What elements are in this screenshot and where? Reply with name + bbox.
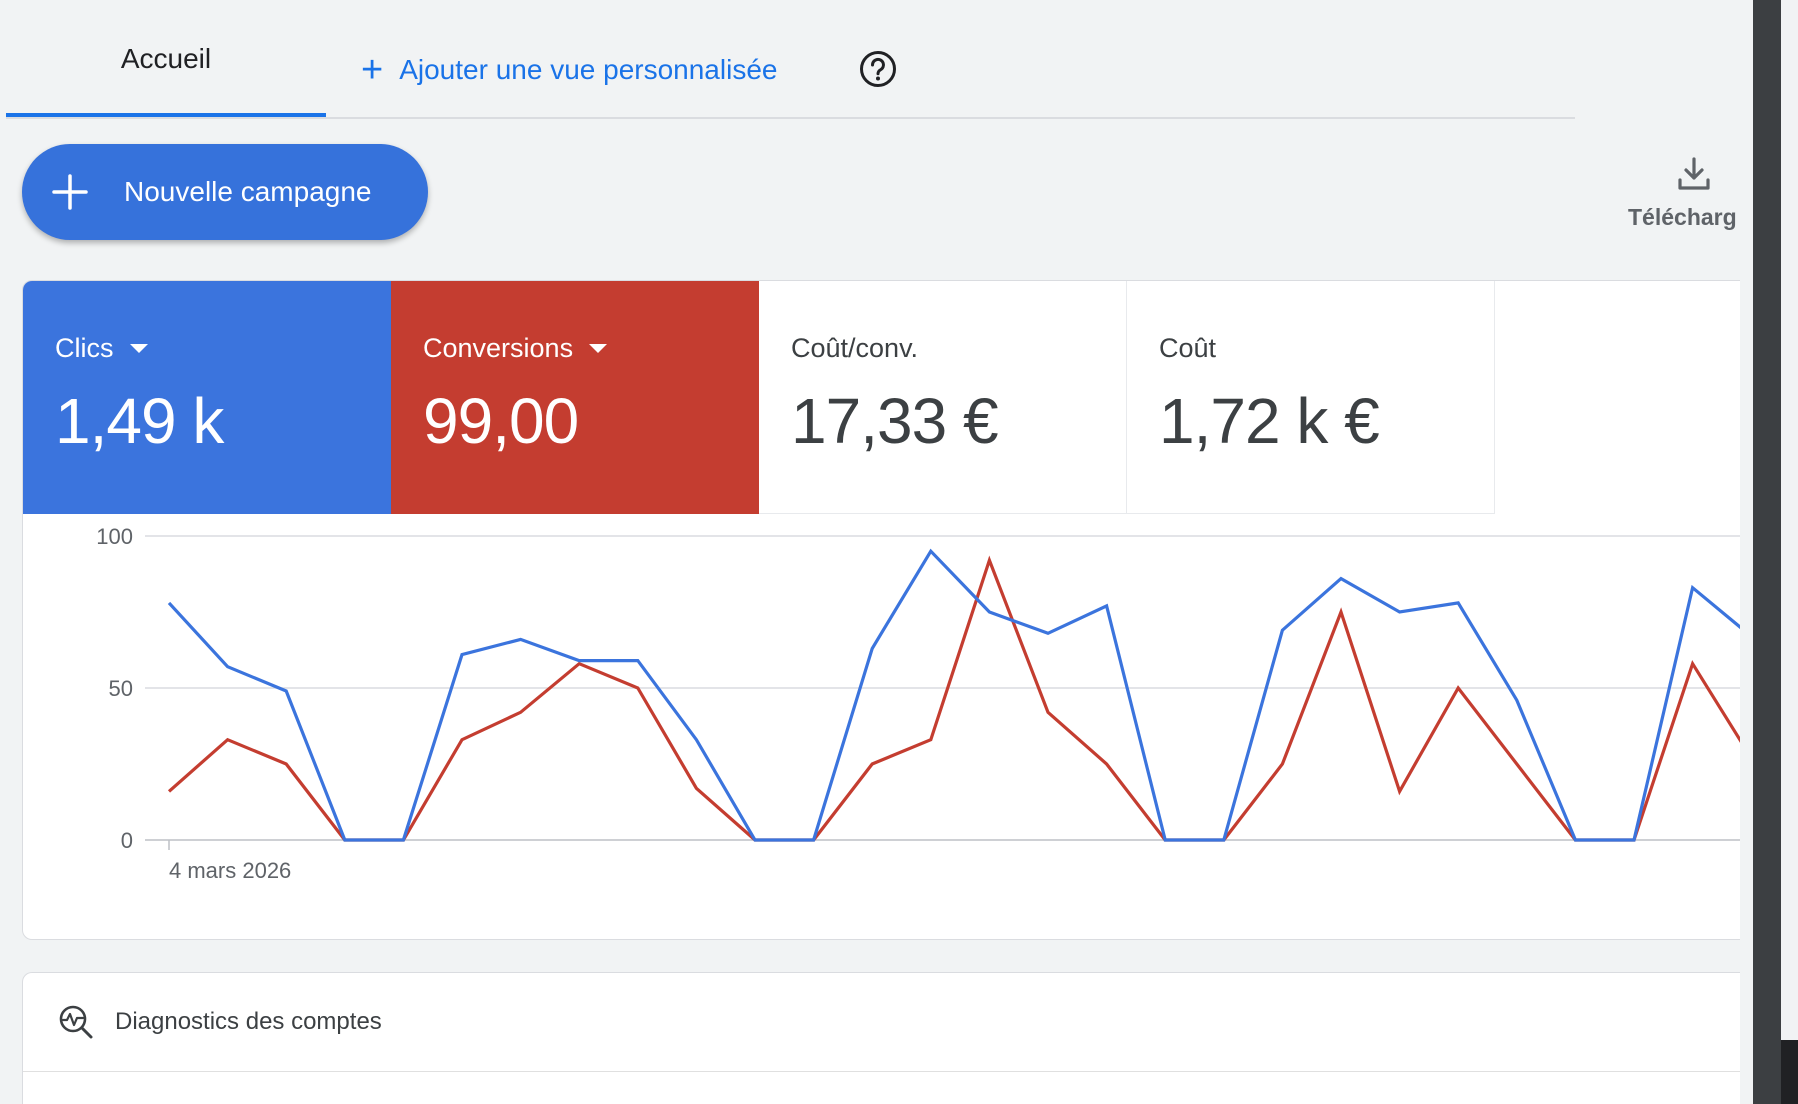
metric-label: Coût/conv. bbox=[791, 333, 919, 363]
new-campaign-button[interactable]: Nouvelle campagne bbox=[22, 144, 428, 240]
new-campaign-label: Nouvelle campagne bbox=[124, 176, 372, 207]
x-tick-label: 4 mars 2026 bbox=[169, 858, 291, 883]
tab-home[interactable]: Accueil bbox=[6, 0, 326, 118]
tab-divider bbox=[6, 117, 1575, 119]
series-line-conversions bbox=[167, 555, 1740, 842]
metric-tile-conversions[interactable]: Conversions 99,00 bbox=[391, 281, 759, 514]
tab-home-label: Accueil bbox=[120, 43, 212, 74]
window-edge-inner bbox=[1781, 0, 1798, 1040]
diagnostics-icon bbox=[59, 1005, 93, 1039]
metric-label: Clics bbox=[55, 333, 114, 363]
help-circle-icon[interactable] bbox=[859, 50, 897, 88]
dropdown-caret-icon bbox=[129, 344, 148, 353]
metric-value: 17,33 € bbox=[791, 385, 999, 457]
add-custom-view-label: Ajouter une vue personnalisée bbox=[399, 54, 778, 85]
diagnostics-label: Diagnostics des comptes bbox=[115, 1008, 382, 1035]
window-edge-shadow bbox=[1781, 1040, 1798, 1104]
metric-label: Coût bbox=[1159, 333, 1217, 363]
y-tick-label: 0 bbox=[121, 828, 133, 853]
series-line-clicks bbox=[167, 548, 1740, 842]
metric-value: 1,72 k € bbox=[1159, 385, 1380, 457]
metric-value: 99,00 bbox=[423, 385, 579, 457]
metric-tile-cost-per-conversion[interactable]: Coût/conv. 17,33 € bbox=[759, 281, 1127, 514]
dropdown-caret-icon bbox=[589, 344, 608, 353]
performance-line-chart: 0 50 100 4 mars 2026 bbox=[96, 524, 1740, 883]
y-tick-label: 100 bbox=[96, 524, 133, 549]
plus-icon bbox=[52, 174, 88, 210]
metric-tile-cost[interactable]: Coût 1,72 k € bbox=[1127, 281, 1495, 514]
download-icon bbox=[1678, 157, 1710, 190]
page: { "tabs": { "home_label": "Accueil", "ad… bbox=[0, 0, 1798, 1104]
diagnostics-header[interactable]: Diagnostics des comptes bbox=[23, 973, 1740, 1072]
metric-label: Conversions bbox=[423, 333, 574, 363]
account-diagnostics-card: Diagnostics des comptes bbox=[22, 972, 1740, 1104]
y-tick-label: 50 bbox=[109, 676, 133, 701]
plus-icon: + bbox=[361, 49, 384, 91]
download-label: Télécharg bbox=[1628, 204, 1737, 230]
add-custom-view-button[interactable]: + Ajouter une vue personnalisée bbox=[361, 42, 777, 98]
download-button[interactable]: Télécharg bbox=[1620, 152, 1750, 242]
tab-bar: Accueil + Ajouter une vue personnalisée bbox=[6, 0, 1575, 119]
metric-tile-clicks[interactable]: Clics 1,49 k bbox=[23, 281, 391, 514]
performance-card: Clics 1,49 k Conversions 99,00 Coût/conv… bbox=[22, 280, 1740, 940]
metric-value: 1,49 k bbox=[55, 385, 224, 457]
